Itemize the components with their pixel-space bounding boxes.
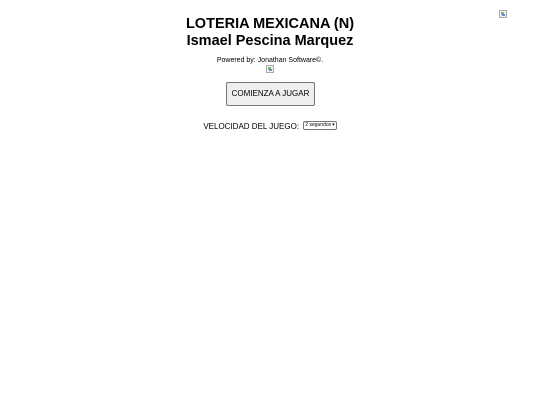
page-title: LOTERIA MEXICANA (N)	[185, 16, 355, 32]
author-name: Ismael Pescina Marquez	[186, 33, 354, 49]
speed-select-value: 2 segundos	[305, 122, 332, 129]
page: LOTERIA MEXICANA (N) Ismael Pescina Marq…	[0, 0, 540, 405]
logo-image-icon	[266, 65, 274, 73]
speed-label: VELOCIDAD DEL JUEGO:	[203, 122, 300, 131]
start-game-button[interactable]: COMIENZA A JUGAR	[226, 82, 315, 106]
speed-select[interactable]: 2 segundos▾	[303, 121, 337, 131]
powered-by-text: Powered by: Jonathan Software©.	[216, 57, 324, 64]
chevron-down-icon: ▾	[332, 122, 335, 129]
speed-row: VELOCIDAD DEL JUEGO: 2 segundos▾	[0, 121, 540, 132]
